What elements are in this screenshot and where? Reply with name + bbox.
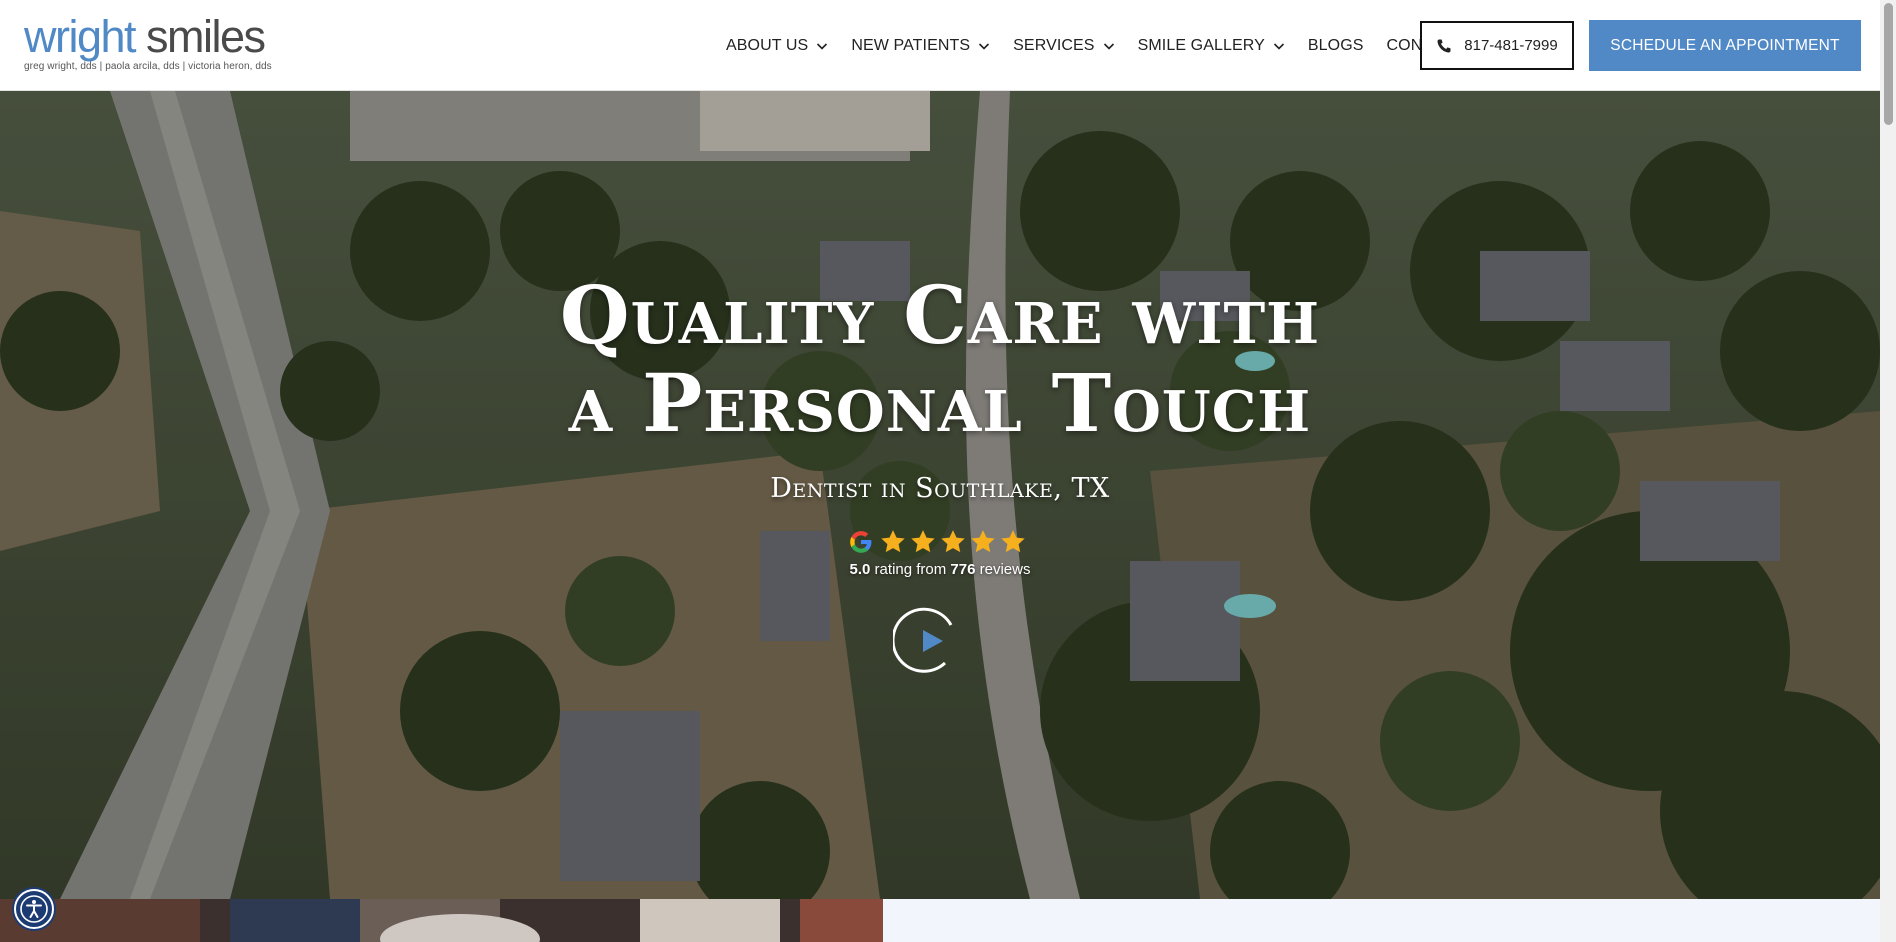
chevron-down-icon (978, 40, 990, 52)
site-header: wright smiles greg wright, dds | paola a… (0, 0, 1880, 91)
play-icon (891, 607, 953, 673)
hero-subtitle: Dentist in Southlake, TX (770, 473, 1110, 504)
rating-suffix-text: reviews (975, 561, 1031, 578)
hero-title-line1: Quality Care with (559, 268, 1321, 362)
star-icon (878, 528, 908, 556)
phone-icon (1436, 38, 1452, 54)
play-video-button[interactable] (891, 605, 965, 677)
rating-summary: 5.0 rating from 776 reviews (790, 561, 1090, 578)
chevron-down-icon (1273, 40, 1285, 52)
nav-about-us-label: ABOUT US (726, 36, 809, 54)
google-icon (848, 529, 874, 555)
star-rating (878, 528, 1028, 556)
star-icon (998, 528, 1028, 556)
nav-smile-gallery-label: SMILE GALLERY (1137, 36, 1265, 54)
next-section-photo (0, 899, 883, 942)
logo-tagline: greg wright, dds | paola arcila, dds | v… (24, 61, 272, 72)
next-section-panel (883, 899, 1880, 942)
scrollbar-thumb[interactable] (1884, 3, 1893, 125)
logo-word-smiles: smiles (135, 11, 266, 62)
chevron-down-icon (816, 40, 828, 52)
chevron-down-icon (1103, 40, 1115, 52)
nav-new-patients-label: NEW PATIENTS (851, 36, 971, 54)
schedule-appointment-button[interactable]: SCHEDULE AN APPOINTMENT (1589, 20, 1861, 71)
nav-blogs[interactable]: BLOGS (1308, 37, 1364, 55)
star-icon (908, 528, 938, 556)
hero-title-line2: a Personal Touch (568, 356, 1312, 450)
star-icon (968, 528, 998, 556)
accessibility-icon (20, 895, 48, 923)
nav-new-patients[interactable]: NEW PATIENTS (851, 37, 990, 55)
logo[interactable]: wright smiles greg wright, dds | paola a… (24, 14, 274, 78)
accessibility-button[interactable] (14, 889, 54, 929)
phone-button[interactable]: 817-481-7999 (1420, 21, 1574, 70)
rating-mid-text: rating from (870, 561, 951, 578)
main-nav: ABOUT US NEW PATIENTS SERVICES SMILE GAL… (726, 0, 1486, 91)
page-scrollbar[interactable] (1880, 0, 1896, 942)
nav-services[interactable]: SERVICES (1013, 37, 1114, 55)
hero-section: Quality Care with a Personal Touch Denti… (0, 91, 1880, 899)
rating-value: 5.0 (849, 561, 871, 578)
logo-wordmark: wright smiles (24, 14, 274, 60)
nav-about-us[interactable]: ABOUT US (726, 37, 828, 55)
phone-number: 817-481-7999 (1464, 37, 1558, 54)
nav-services-label: SERVICES (1013, 36, 1095, 54)
review-count: 776 (950, 561, 976, 578)
google-rating-badge[interactable] (848, 527, 1034, 557)
star-icon (938, 528, 968, 556)
hero-title: Quality Care with a Personal Touch (440, 271, 1440, 447)
nav-blogs-label: BLOGS (1307, 36, 1364, 54)
nav-smile-gallery[interactable]: SMILE GALLERY (1138, 37, 1285, 55)
logo-word-wright: wright (24, 11, 137, 62)
